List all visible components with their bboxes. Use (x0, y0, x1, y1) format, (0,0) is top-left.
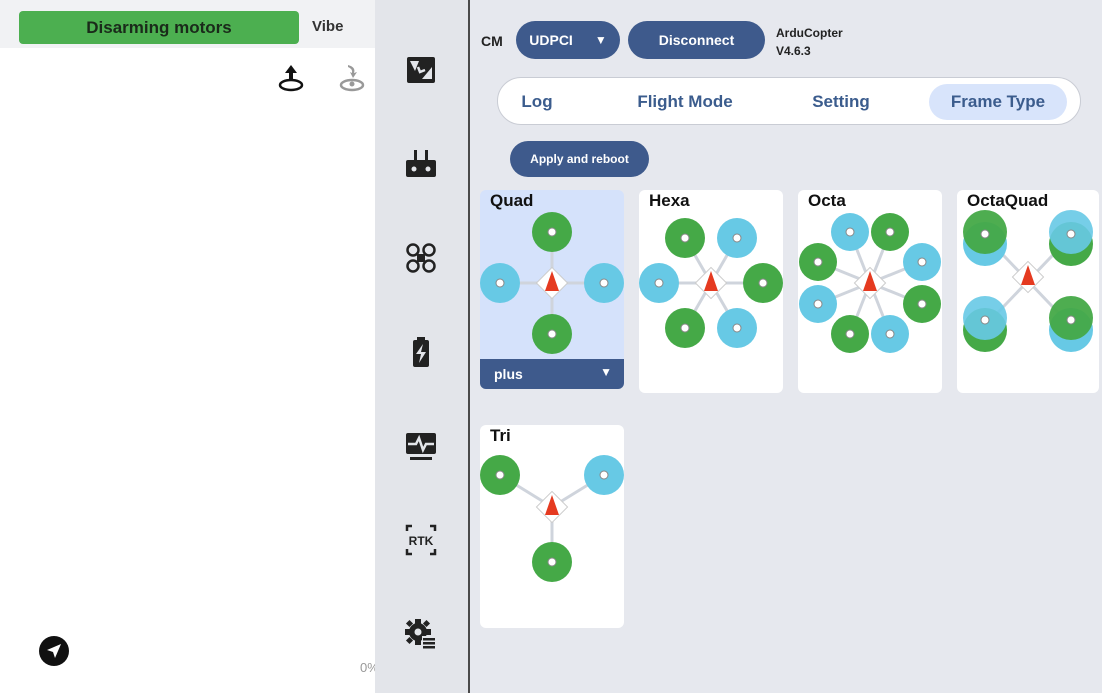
frame-name-hexa: Hexa (649, 191, 690, 210)
frame-name-octaquad: OctaQuad (967, 191, 1049, 210)
tab-log[interactable]: Log (512, 84, 562, 120)
tab-frame-type[interactable]: Frame Type (929, 84, 1067, 120)
tri-diagram-icon (480, 455, 624, 582)
upload-icon[interactable] (275, 62, 307, 94)
status-row: Disarming motors Vibe (0, 0, 375, 48)
tabs-bar: Log Flight Mode Setting Frame Type (497, 77, 1081, 125)
frame-card-octa[interactable]: Octa (798, 190, 942, 393)
disconnect-button[interactable]: Disconnect (628, 21, 765, 59)
monitor-icon[interactable] (397, 422, 445, 470)
frame-name-octa: Octa (808, 191, 846, 210)
firmware-info: ArduCopter V4.6.3 (776, 24, 843, 60)
send-icon[interactable] (37, 634, 71, 668)
remote-controller-icon[interactable] (397, 140, 445, 188)
quad-variant-value: plus (494, 366, 523, 382)
frame-name-quad: Quad (490, 191, 534, 210)
port-select-value: UDPCI (529, 32, 573, 48)
tab-flight-mode[interactable]: Flight Mode (622, 84, 748, 120)
frame-name-tri: Tri (490, 426, 511, 445)
map-icon[interactable] (397, 46, 445, 94)
frame-card-hexa[interactable]: Hexa (639, 190, 783, 393)
chevron-down-icon: ▼ (594, 33, 607, 47)
octa-diagram-icon (799, 213, 941, 353)
rtk-text: RTK (409, 534, 434, 548)
firmware-name: ArduCopter (776, 26, 843, 40)
status-indicator: Disarming motors (19, 11, 299, 44)
apply-reboot-button[interactable]: Apply and reboot (510, 141, 649, 177)
battery-icon[interactable] (397, 328, 445, 376)
vibe-label[interactable]: Vibe (312, 18, 343, 35)
drone-upload-icon[interactable] (336, 62, 368, 94)
quad-variant-select[interactable]: plus ▼ (480, 359, 624, 389)
left-panel: Disarming motors Vibe 0% (0, 0, 379, 693)
tab-setting[interactable]: Setting (800, 84, 882, 120)
frame-card-tri[interactable]: Tri (480, 425, 624, 628)
rtk-icon[interactable]: RTK (397, 516, 445, 564)
hexa-diagram-icon (639, 218, 783, 348)
port-select[interactable]: UDPCI ▼ (516, 21, 620, 59)
frame-card-quad[interactable]: Quad plus ▼ (480, 190, 624, 389)
firmware-version: V4.6.3 (776, 44, 811, 58)
drone-icon[interactable] (397, 234, 445, 282)
settings-icon[interactable] (397, 610, 445, 658)
chevron-down-icon: ▼ (600, 365, 612, 379)
cm-label: CM (481, 33, 503, 49)
octaquad-diagram-icon (963, 210, 1093, 352)
main-panel: CM UDPCI ▼ Disconnect ArduCopter V4.6.3 … (470, 0, 1102, 693)
frame-card-octaquad[interactable]: OctaQuad (957, 190, 1099, 393)
side-rail: RTK (375, 0, 468, 693)
